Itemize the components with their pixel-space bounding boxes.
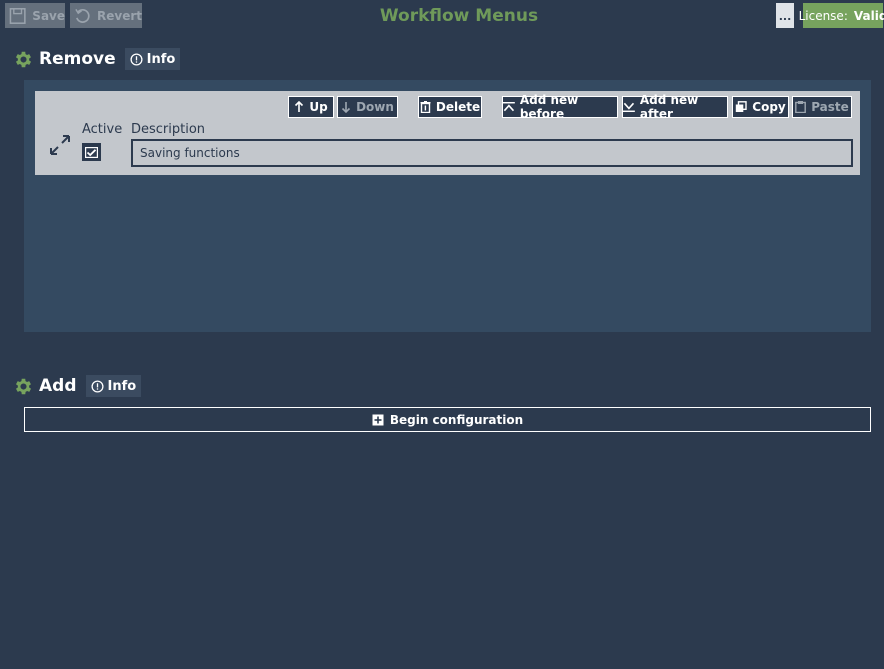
active-label: Active <box>82 122 123 137</box>
begin-configuration-button[interactable]: Begin configuration <box>24 407 871 432</box>
description-label: Description <box>131 122 206 137</box>
active-checkbox[interactable] <box>82 143 101 161</box>
gear-icon <box>15 378 32 394</box>
info-icon <box>130 52 143 66</box>
copy-icon <box>736 101 747 112</box>
begin-config-icon <box>372 414 384 425</box>
info-label: Info <box>146 51 176 67</box>
copy-button[interactable]: Copy <box>732 96 789 118</box>
down-label: Down <box>356 100 394 114</box>
begin-configuration-label: Begin configuration <box>389 412 524 427</box>
add-info-button[interactable]: Info <box>85 375 142 397</box>
remove-section-title: Remove <box>39 49 116 69</box>
add-section-header: Add Info <box>13 375 142 397</box>
license-label: License: <box>798 8 848 23</box>
arrow-up-icon <box>295 101 304 112</box>
add-section-title: Add <box>39 376 77 396</box>
trash-icon <box>420 101 431 113</box>
delete-label: Delete <box>435 100 481 114</box>
add-new-after-label: Add new after <box>639 93 699 121</box>
move-up-button[interactable]: Up <box>288 96 334 118</box>
license-badge: License: Valid <box>799 3 884 28</box>
delete-button[interactable]: Delete <box>418 96 482 118</box>
up-label: Up <box>309 100 328 114</box>
paste-label: Paste <box>811 100 849 114</box>
license-status: Valid <box>853 8 884 23</box>
remove-section-header: Remove Info <box>13 48 181 70</box>
paste-button[interactable]: Paste <box>792 96 852 118</box>
insert-after-icon <box>623 102 635 113</box>
paste-icon <box>795 101 807 113</box>
add-new-before-label: Add new before <box>519 93 579 121</box>
add-new-before-button[interactable]: Add new before <box>502 93 618 121</box>
remove-items-panel: Up Down Delete Add new before Add new af… <box>24 80 871 332</box>
copy-label: Copy <box>752 100 786 114</box>
checkmark-icon <box>85 146 98 158</box>
app-title: Workflow Menus <box>379 6 539 26</box>
expand-icon[interactable] <box>49 134 71 156</box>
description-input[interactable] <box>131 139 853 167</box>
insert-before-icon <box>503 101 515 112</box>
move-down-button[interactable]: Down <box>337 96 398 118</box>
add-new-after-button[interactable]: Add new after <box>622 93 728 121</box>
info-label: Info <box>107 378 137 394</box>
gear-icon <box>15 51 32 67</box>
info-icon <box>90 379 104 393</box>
remove-info-button[interactable]: Info <box>124 48 181 70</box>
arrow-down-icon <box>342 102 351 113</box>
more-menu-button[interactable]: ... <box>776 3 794 28</box>
workflow-item-card: Up Down Delete Add new before Add new af… <box>35 91 860 175</box>
